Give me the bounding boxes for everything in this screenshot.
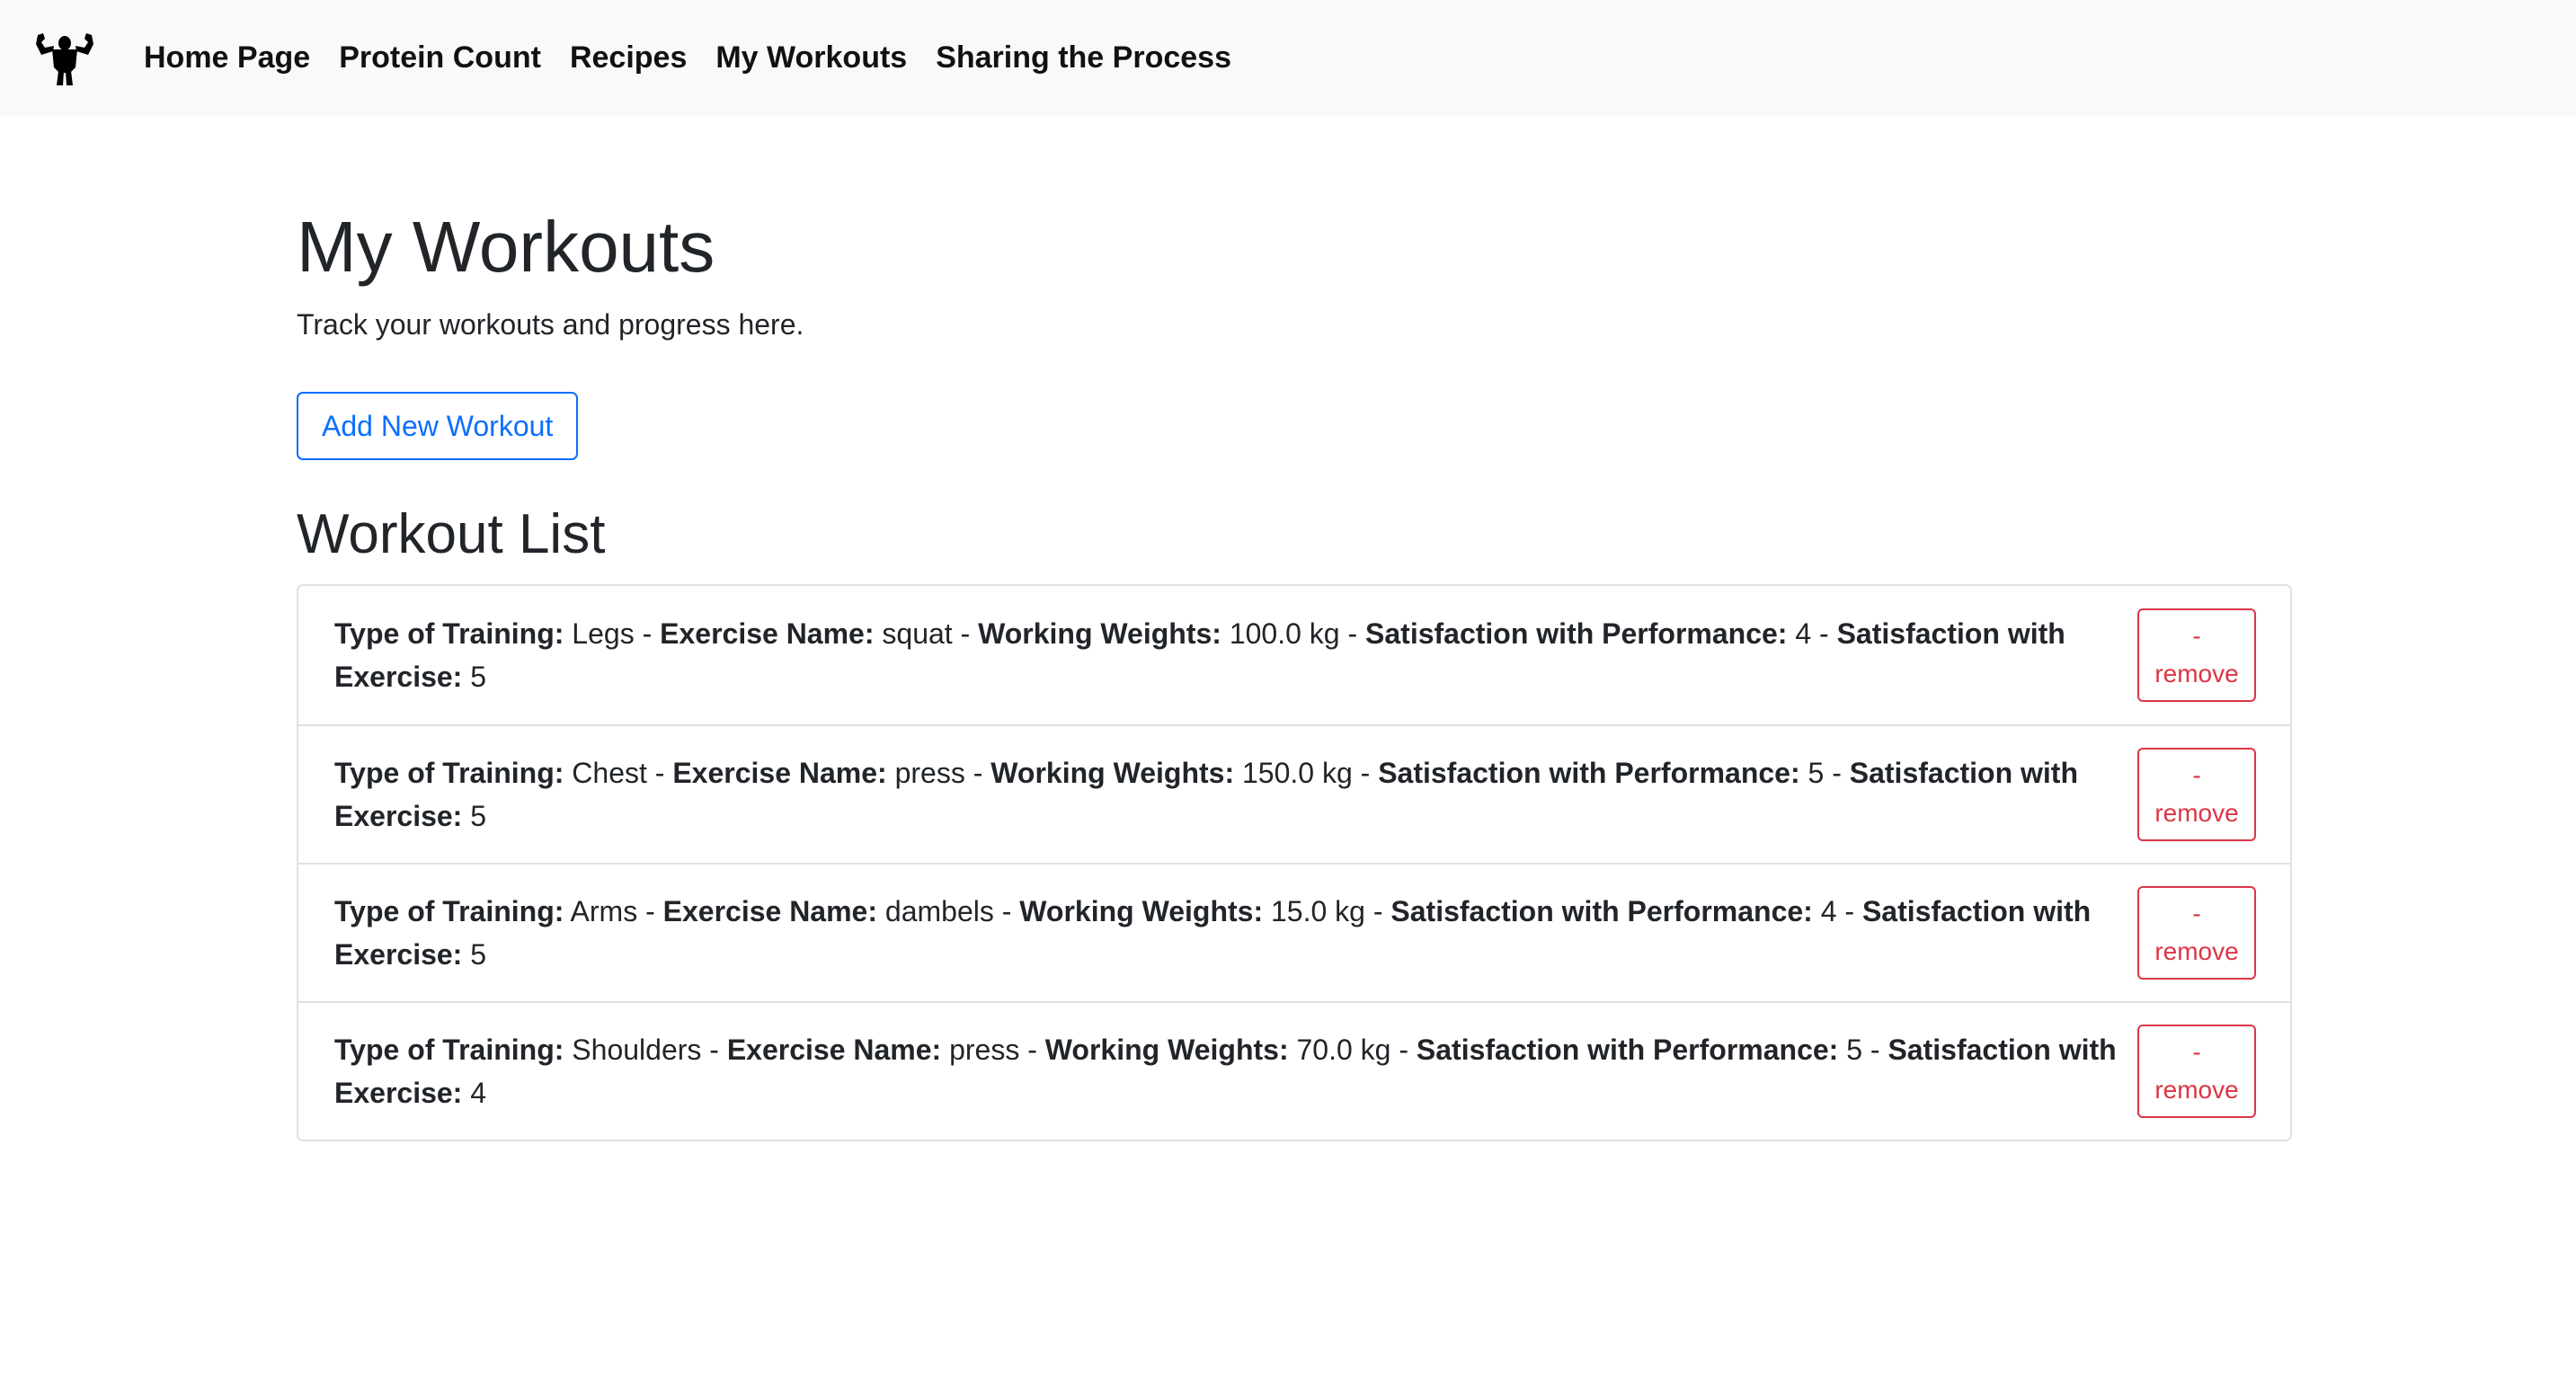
remove-button[interactable]: - remove (2137, 608, 2256, 702)
weights-label: Working Weights: (1044, 1034, 1289, 1066)
nav-link-home[interactable]: Home Page (144, 40, 310, 75)
weights-label: Working Weights: (1019, 895, 1264, 927)
type-label: Type of Training: (334, 757, 564, 789)
nav-link-sharing-the-process[interactable]: Sharing the Process (936, 40, 1231, 75)
performance-value: 4 (1820, 895, 1837, 927)
nav-link-my-workouts[interactable]: My Workouts (715, 40, 907, 75)
workout-list-item: Type of Training: Legs - Exercise Name: … (298, 586, 2290, 724)
exercise-satisfaction-value: 5 (470, 800, 487, 832)
weights-value: 100.0 kg (1229, 617, 1340, 650)
workout-details: Type of Training: Shoulders - Exercise N… (334, 1034, 2117, 1109)
exercise-value: press (894, 757, 965, 789)
exercise-value: press (949, 1034, 1020, 1066)
exercise-value: dambels (884, 895, 994, 927)
page-title: My Workouts (297, 207, 715, 287)
type-label: Type of Training: (334, 895, 564, 927)
weights-label: Working Weights: (978, 617, 1221, 650)
type-value: Shoulders (572, 1034, 702, 1066)
workout-list: Type of Training: Legs - Exercise Name: … (297, 584, 2292, 1141)
workout-list-item: Type of Training: Arms - Exercise Name: … (298, 863, 2290, 1001)
performance-value: 4 (1795, 617, 1812, 650)
exercise-label: Exercise Name: (660, 617, 875, 650)
remove-button[interactable]: - remove (2137, 886, 2256, 980)
weights-value: 15.0 kg (1270, 895, 1365, 927)
type-label: Type of Training: (334, 617, 564, 650)
navbar: Home Page Protein Count Recipes My Worko… (0, 0, 2576, 116)
main-content: My Workouts Track your workouts and prog… (297, 116, 2292, 1141)
workout-list-title: Workout List (297, 503, 606, 565)
workout-list-item: Type of Training: Chest - Exercise Name:… (298, 724, 2290, 863)
remove-button[interactable]: - remove (2137, 1025, 2256, 1118)
type-value: Arms (570, 895, 638, 927)
performance-label: Satisfaction with Performance: (1365, 617, 1788, 650)
exercise-satisfaction-value: 5 (470, 938, 487, 971)
exercise-satisfaction-value: 4 (470, 1077, 487, 1109)
flexing-bodybuilder-icon[interactable] (31, 28, 99, 87)
nav-links: Home Page Protein Count Recipes My Worko… (144, 40, 1260, 75)
performance-value: 5 (1808, 757, 1825, 789)
performance-value: 5 (1846, 1034, 1863, 1066)
type-label: Type of Training: (334, 1034, 564, 1066)
workout-details: Type of Training: Legs - Exercise Name: … (334, 617, 2065, 693)
nav-link-protein-count[interactable]: Protein Count (339, 40, 541, 75)
performance-label: Satisfaction with Performance: (1390, 895, 1813, 927)
exercise-value: squat (882, 617, 953, 650)
performance-label: Satisfaction with Performance: (1378, 757, 1800, 789)
nav-link-recipes[interactable]: Recipes (570, 40, 687, 75)
exercise-label: Exercise Name: (672, 757, 887, 789)
weights-label: Working Weights: (990, 757, 1235, 789)
page-subtitle: Track your workouts and progress here. (297, 308, 804, 341)
type-value: Chest (572, 757, 647, 789)
workout-list-item: Type of Training: Shoulders - Exercise N… (298, 1001, 2290, 1140)
remove-button[interactable]: - remove (2137, 748, 2256, 841)
weights-value: 150.0 kg (1241, 757, 1353, 789)
workout-details: Type of Training: Arms - Exercise Name: … (334, 895, 2092, 971)
add-new-workout-button[interactable]: Add New Workout (297, 392, 579, 460)
exercise-satisfaction-value: 5 (470, 661, 487, 693)
performance-label: Satisfaction with Performance: (1416, 1034, 1839, 1066)
weights-value: 70.0 kg (1296, 1034, 1391, 1066)
exercise-label: Exercise Name: (662, 895, 877, 927)
exercise-label: Exercise Name: (726, 1034, 942, 1066)
type-value: Legs (572, 617, 635, 650)
workout-details: Type of Training: Chest - Exercise Name:… (334, 757, 2078, 832)
